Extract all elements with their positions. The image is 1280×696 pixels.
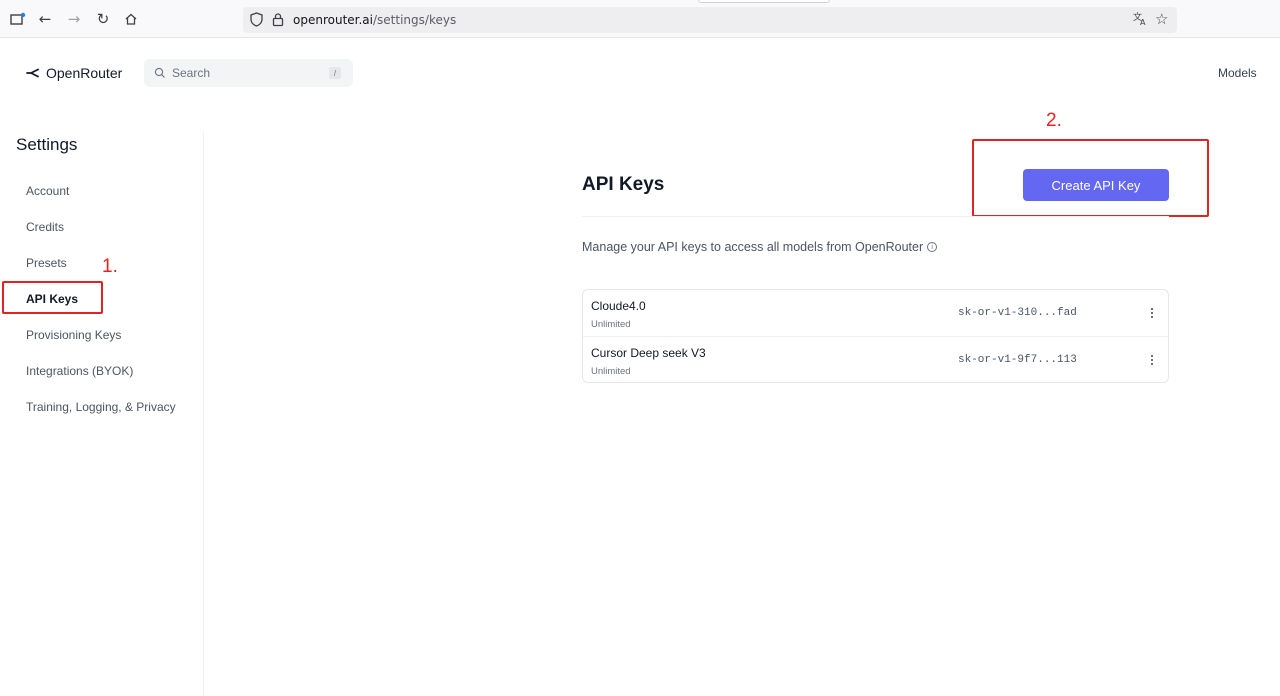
reload-icon[interactable]: ↻ (94, 10, 112, 28)
logo-text: OpenRouter (46, 65, 123, 81)
shield-icon[interactable] (250, 12, 263, 32)
api-key-limit: Unlimited (591, 366, 631, 377)
lock-icon[interactable] (272, 12, 284, 32)
header-divider (582, 216, 1169, 217)
description-text: Manage your API keys to access all model… (582, 240, 924, 254)
api-key-limit: Unlimited (591, 319, 631, 330)
sidebar-item-account[interactable]: Account (26, 184, 69, 198)
more-options-icon[interactable] (1146, 351, 1158, 369)
info-icon[interactable]: i (927, 242, 938, 252)
translate-icon[interactable]: 文A (1133, 11, 1148, 29)
models-link[interactable]: Models (1218, 66, 1257, 80)
search-input[interactable] (172, 63, 322, 83)
create-api-key-button[interactable]: Create API Key (1023, 169, 1169, 201)
api-key-value: sk-or-v1-310...fad (958, 307, 1077, 319)
search-box[interactable]: / (144, 59, 353, 87)
api-key-row[interactable]: Cursor Deep seek V3 Unlimited sk-or-v1-9… (583, 336, 1168, 382)
url-host: openrouter.ai (293, 13, 373, 27)
bookmark-star-icon[interactable]: ☆ (1155, 10, 1168, 28)
api-key-row[interactable]: Cloude4.0 Unlimited sk-or-v1-310...fad (583, 290, 1168, 336)
annotation-label-step2: 2. (1046, 110, 1062, 131)
openrouter-logo[interactable]: OpenRouter (26, 63, 122, 83)
browser-toolbar: ← → ↻ openrouter.ai/settings/keys 文A ☆ (0, 0, 1280, 38)
sidebar-item-provisioning-keys[interactable]: Provisioning Keys (26, 328, 121, 342)
sidebar-item-training-logging-privacy[interactable]: Training, Logging, & Privacy (26, 400, 176, 414)
back-icon[interactable]: ← (36, 10, 54, 28)
api-key-name: Cursor Deep seek V3 (591, 346, 706, 360)
annotation-label-step1: 1. (102, 256, 118, 277)
sidebar-divider (203, 132, 204, 696)
search-icon (154, 66, 166, 84)
search-shortcut-badge: / (329, 67, 341, 79)
svg-text:A: A (1140, 18, 1146, 26)
sidebar-item-integrations[interactable]: Integrations (BYOK) (26, 364, 133, 378)
openrouter-logo-icon (26, 68, 39, 78)
annotation-box-step1 (2, 281, 103, 314)
api-key-name: Cloude4.0 (591, 299, 646, 313)
sidebar-item-credits[interactable]: Credits (26, 220, 64, 234)
sidebar-item-presets[interactable]: Presets (26, 256, 67, 270)
forward-icon[interactable]: → (65, 10, 83, 28)
tabs-icon[interactable] (9, 10, 27, 28)
url-text[interactable]: openrouter.ai/settings/keys (293, 13, 456, 27)
page-description: Manage your API keys to access all model… (582, 240, 938, 254)
address-bar[interactable]: openrouter.ai/settings/keys 文A ☆ (243, 7, 1177, 33)
page-title: API Keys (582, 174, 665, 195)
more-options-icon[interactable] (1146, 304, 1158, 322)
home-icon[interactable] (122, 10, 140, 28)
settings-title: Settings (16, 135, 78, 154)
tab-edge (698, 0, 830, 3)
api-key-value: sk-or-v1-9f7...113 (958, 354, 1077, 366)
url-path: /settings/keys (373, 13, 457, 27)
api-keys-list: Cloude4.0 Unlimited sk-or-v1-310...fad C… (582, 289, 1169, 383)
